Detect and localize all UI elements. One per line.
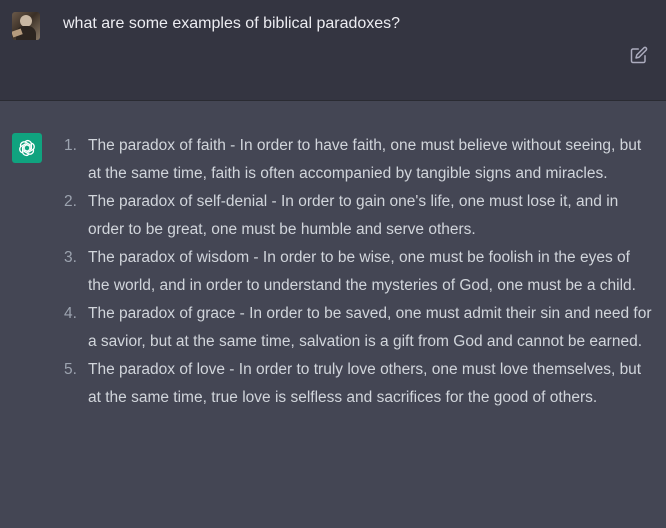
list-item: 3. The paradox of wisdom - In order to b… — [62, 244, 654, 300]
user-question-text: what are some examples of biblical parad… — [63, 15, 401, 32]
list-item-text: The paradox of wisdom - In order to be w… — [88, 249, 636, 294]
list-item: 5. The paradox of love - In order to tru… — [62, 356, 654, 412]
list-item-number: 2. — [64, 193, 77, 210]
list-item-number: 4. — [64, 305, 77, 322]
list-item-number: 3. — [64, 249, 77, 266]
list-item-text: The paradox of grace - In order to be sa… — [88, 305, 652, 350]
user-avatar — [12, 12, 40, 40]
list-item: 4. The paradox of grace - In order to be… — [62, 300, 654, 356]
list-item: 2. The paradox of self-denial - In order… — [62, 188, 654, 244]
answer-list: 1. The paradox of faith - In order to ha… — [62, 132, 654, 412]
edit-icon[interactable] — [630, 46, 648, 64]
list-item-text: The paradox of faith - In order to have … — [88, 137, 642, 182]
assistant-message: 1. The paradox of faith - In order to ha… — [0, 101, 666, 528]
list-item-text: The paradox of self-denial - In order to… — [88, 193, 619, 238]
list-item-number: 1. — [64, 137, 77, 154]
openai-logo-icon — [12, 133, 42, 163]
list-item: 1. The paradox of faith - In order to ha… — [62, 132, 654, 188]
list-item-text: The paradox of love - In order to truly … — [88, 361, 642, 406]
list-item-number: 5. — [64, 361, 77, 378]
user-message: what are some examples of biblical parad… — [0, 0, 666, 101]
